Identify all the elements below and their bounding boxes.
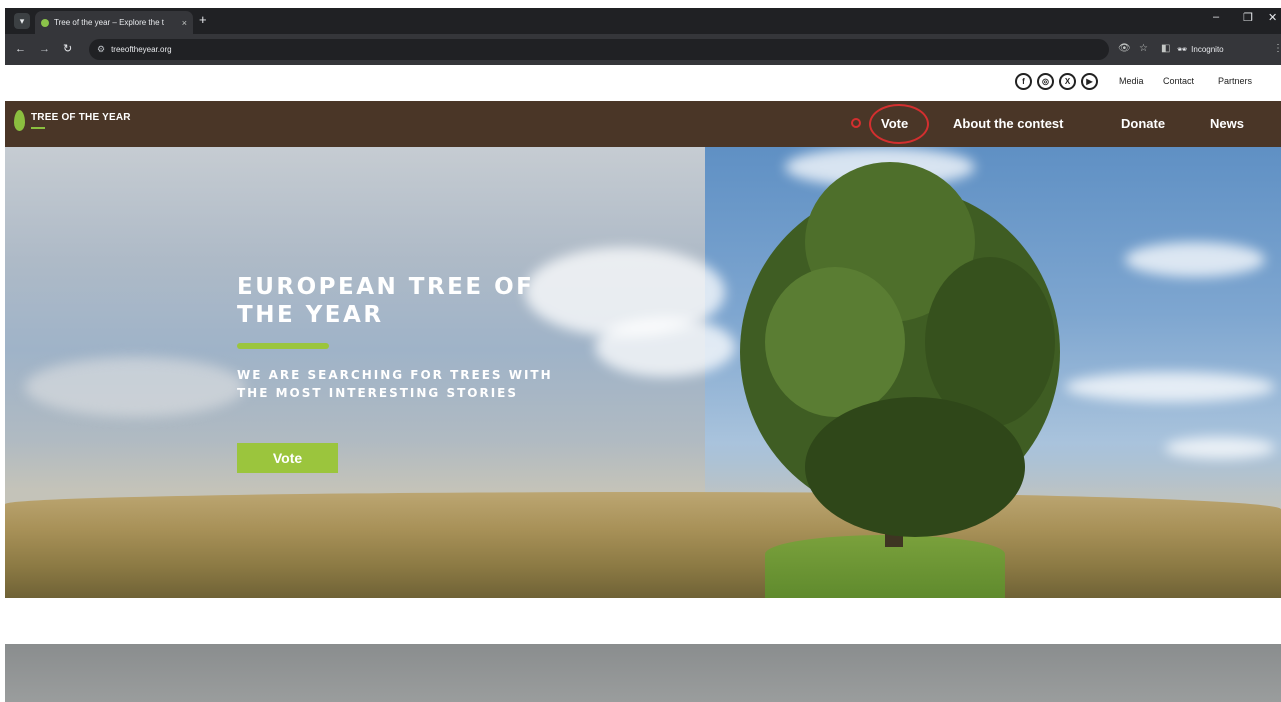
tab-title: Tree of the year – Explore the t — [54, 18, 164, 27]
reload-icon[interactable]: ↻ — [63, 42, 72, 56]
incognito-label: Incognito — [1191, 45, 1224, 54]
hero-banner: EUROPEAN TREE OF THE YEAR WE ARE SEARCHI… — [5, 147, 1281, 598]
forward-icon[interactable]: → — [39, 42, 50, 56]
tree-crown — [805, 397, 1025, 537]
hero-accent-bar — [237, 343, 329, 349]
leaf-logo-icon — [14, 110, 25, 131]
site-logo[interactable]: TREE OF THE YEAR — [14, 110, 131, 131]
tracking-protection-icon[interactable]: 👁 — [1118, 43, 1131, 55]
cloud — [1165, 437, 1275, 459]
back-icon[interactable]: ← — [15, 42, 26, 56]
cloud — [595, 317, 735, 377]
incognito-indicator[interactable]: 🕶 Incognito — [1177, 41, 1267, 58]
nav-donate[interactable]: Donate — [1121, 116, 1165, 131]
browser-toolbar: ← → ↻ ⚙ treeoftheyear.org 👁 ☆ ◧ 🕶 Incogn… — [5, 34, 1281, 65]
side-panel-icon[interactable]: ◧ — [1161, 43, 1170, 55]
media-link[interactable]: Media — [1119, 76, 1144, 86]
cloud — [25, 357, 245, 417]
cloud — [1065, 372, 1275, 402]
facebook-icon[interactable]: f — [1015, 73, 1032, 90]
instagram-icon[interactable]: ◎ — [1037, 73, 1054, 90]
site-info-icon[interactable]: ⚙ — [97, 44, 105, 55]
wheat-field — [5, 492, 1281, 598]
address-bar[interactable]: ⚙ treeoftheyear.org — [89, 39, 1109, 60]
close-window-icon[interactable]: ✕ — [1268, 11, 1277, 24]
logo-text: TREE OF THE YEAR — [31, 112, 131, 123]
tab-search-icon[interactable]: ▾ — [14, 13, 30, 29]
incognito-icon: 🕶 — [1177, 45, 1188, 54]
partners-link[interactable]: Partners — [1218, 76, 1252, 86]
bookmark-star-icon[interactable]: ☆ — [1139, 43, 1148, 55]
nav-about-contest[interactable]: About the contest — [953, 116, 1064, 131]
nav-news[interactable]: News — [1210, 116, 1244, 131]
contact-link[interactable]: Contact — [1163, 76, 1194, 86]
hero-vote-button[interactable]: Vote — [237, 443, 338, 473]
url-text[interactable]: treeoftheyear.org — [111, 45, 171, 54]
new-tab-icon[interactable]: + — [199, 12, 207, 28]
browser-tab-strip: ▾ Tree of the year – Explore the t × + –… — [5, 8, 1281, 34]
annotation-marker — [851, 118, 861, 128]
logo-underline — [31, 127, 45, 129]
next-section-preview — [5, 644, 1281, 702]
tree-crown — [765, 267, 905, 417]
hero-title: EUROPEAN TREE OF THE YEAR — [237, 274, 535, 328]
hero-subtitle: WE ARE SEARCHING FOR TREES WITH THE MOST… — [237, 368, 553, 400]
favicon-icon — [41, 18, 49, 27]
site-utility-bar: f ◎ X ▶ Media Contact Partners — [5, 65, 1281, 101]
browser-tab[interactable]: Tree of the year – Explore the t × — [35, 11, 193, 34]
minimize-icon[interactable]: – — [1213, 11, 1219, 23]
page: ▾ Tree of the year – Explore the t × + –… — [0, 0, 1281, 702]
tab-close-icon[interactable]: × — [182, 18, 187, 28]
cloud — [1125, 242, 1265, 277]
x-icon[interactable]: X — [1059, 73, 1076, 90]
restore-icon[interactable]: ❐ — [1243, 11, 1253, 24]
youtube-icon[interactable]: ▶ — [1081, 73, 1098, 90]
nav-vote[interactable]: Vote — [881, 116, 908, 131]
menu-kebab-icon[interactable]: ⋮ — [1273, 43, 1281, 55]
main-navigation: TREE OF THE YEAR Vote About the contest … — [5, 101, 1281, 147]
